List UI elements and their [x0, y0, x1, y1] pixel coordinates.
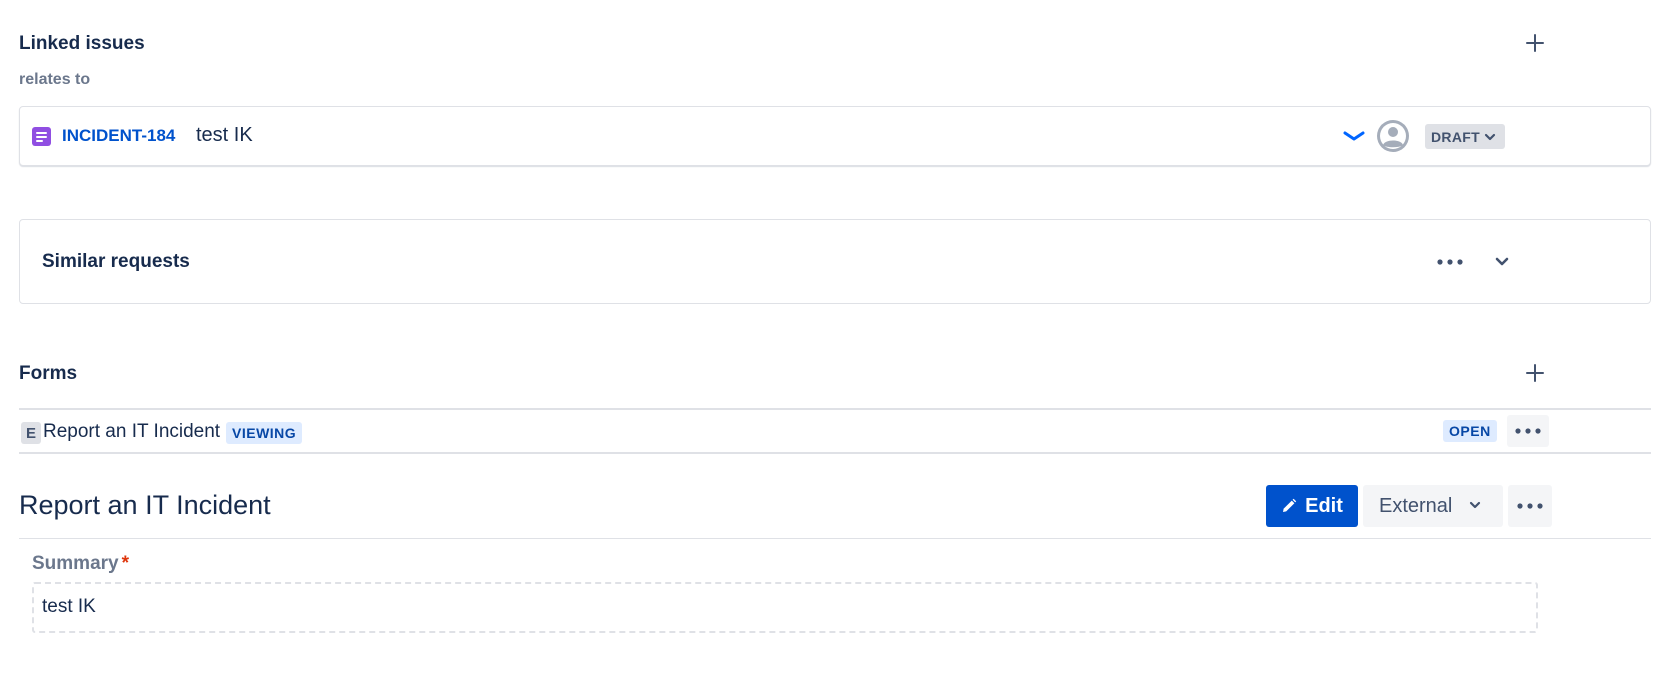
more-icon: [1515, 428, 1541, 434]
plus-icon: [1526, 34, 1544, 52]
form-actions-more-button[interactable]: [1508, 485, 1552, 527]
summary-field[interactable]: test IK: [32, 582, 1538, 633]
issue-status-dropdown[interactable]: DRAFT: [1425, 124, 1505, 149]
plus-icon: [1526, 364, 1544, 382]
form-badge: E: [21, 422, 41, 444]
more-icon: [1437, 259, 1463, 265]
forms-title: Forms: [19, 363, 78, 384]
add-linked-issue-button[interactable]: [1521, 29, 1549, 57]
more-icon: [1517, 503, 1543, 509]
linked-issue-row[interactable]: INCIDENT-184 test IK DRAFT: [19, 106, 1651, 166]
similar-requests-panel: Similar requests: [19, 219, 1651, 304]
form-list-item[interactable]: E Report an IT Incident VIEWING OPEN: [19, 408, 1651, 454]
add-form-button[interactable]: [1521, 359, 1549, 387]
pencil-icon: [1283, 498, 1297, 512]
issue-summary[interactable]: test IK: [196, 124, 253, 147]
form-title: Report an IT Incident: [19, 490, 271, 520]
unassigned-avatar-icon[interactable]: [1376, 119, 1410, 153]
relation-label: relates to: [19, 71, 91, 88]
visibility-dropdown[interactable]: External: [1363, 485, 1503, 527]
edit-button[interactable]: Edit: [1266, 485, 1358, 527]
summary-field-label: Summary *: [32, 553, 129, 575]
viewing-lozenge: VIEWING: [226, 422, 303, 444]
issue-status-label: DRAFT: [1431, 128, 1480, 145]
form-more-button[interactable]: [1507, 415, 1549, 447]
issue-key-link[interactable]: INCIDENT-184: [62, 126, 175, 146]
chevron-down-icon: [1484, 133, 1496, 140]
similar-requests-more-button[interactable]: [1432, 248, 1468, 276]
linked-issues-title: Linked issues: [19, 33, 145, 54]
required-indicator: *: [121, 553, 130, 574]
divider: [19, 538, 1651, 539]
summary-label-text: Summary: [32, 553, 119, 574]
priority-low-icon: [1343, 131, 1365, 141]
form-status-lozenge: OPEN: [1443, 420, 1497, 442]
similar-requests-title: Similar requests: [42, 251, 190, 272]
edit-button-label: Edit: [1305, 494, 1343, 517]
issue-type-icon: [32, 127, 51, 146]
form-name-link[interactable]: Report an IT Incident: [43, 421, 220, 443]
similar-requests-expand-button[interactable]: [1486, 248, 1518, 276]
chevron-down-icon: [1469, 501, 1481, 509]
chevron-down-icon: [1495, 257, 1509, 266]
visibility-label: External: [1379, 494, 1453, 517]
